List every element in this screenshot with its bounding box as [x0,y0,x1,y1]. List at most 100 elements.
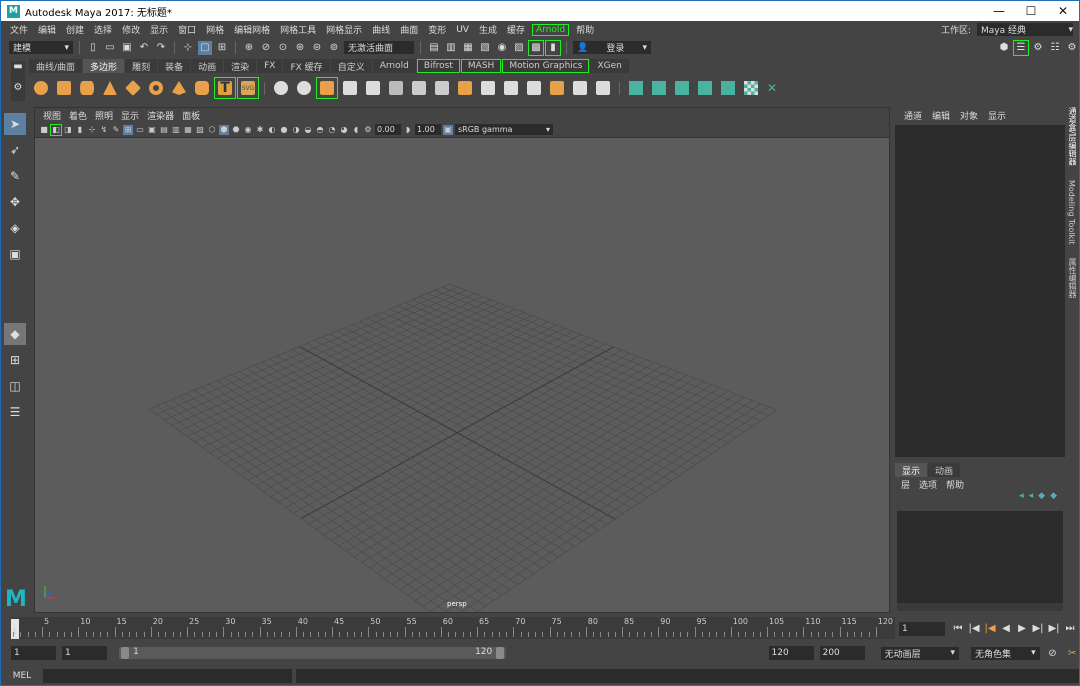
shelf-tab-rendering[interactable]: 渲染 [224,59,257,73]
shelf-menu-icon[interactable]: ▬ [11,61,25,72]
textured-icon[interactable]: ◉ [243,125,253,135]
quad-draw-icon[interactable] [593,78,613,98]
poly-cylinder-icon[interactable] [77,78,97,98]
range-slider[interactable]: 1 120 [119,647,507,659]
gamma-field[interactable]: 1.00 [415,124,441,135]
shelf-tab-curves[interactable]: 曲线/曲面 [29,59,83,73]
safe-action-icon[interactable]: ▦ [183,125,193,135]
live-surface-field[interactable]: 无激活曲面 [344,41,414,54]
bevel-icon[interactable] [501,78,521,98]
cb-menu-channels[interactable]: 通道 [899,109,927,122]
arnold-render-icon[interactable]: ▩ [528,39,544,56]
side-tab-attribute-editor[interactable]: 属性编辑器 [1067,258,1078,298]
channel-box-body[interactable] [895,125,1065,457]
isolate-icon[interactable]: ◓ [315,125,325,135]
viewport-panel[interactable]: 视图 着色 照明 显示 渲染器 面板 ■ ◧ ◨ ▮ ⊹ ↯ ✎ ⊞ ▭ ▣ ▤… [34,107,890,613]
anim-layer-dropdown[interactable]: 无动画层 ▾ [880,646,960,660]
snap-point-icon[interactable]: ⊙ [276,41,290,55]
image-plane-icon[interactable]: ▮ [75,125,85,135]
gate-mask-icon[interactable]: ▤ [159,125,169,135]
shelf-tab-custom[interactable]: 自定义 [330,59,372,73]
layer-tab-display[interactable]: 显示 [895,463,928,477]
planar-uv-icon[interactable] [626,78,646,98]
shelf-tab-sculpt[interactable]: 雕刻 [125,59,158,73]
range-slider-end-handle[interactable] [496,647,505,659]
combine-icon[interactable] [271,78,291,98]
smooth-icon[interactable] [316,77,338,99]
script-language-label[interactable]: MEL [5,671,39,681]
xray-icon[interactable]: ◔ [327,125,337,135]
arnold-ipr-icon[interactable]: ▮ [545,39,561,56]
poly-pipe-icon[interactable] [192,78,212,98]
character-set-dropdown[interactable]: 无角色集 ▾ [971,646,1040,660]
layer-menu-layers[interactable]: 层 [901,478,915,491]
shelf-tab-fx[interactable]: FX [257,59,283,73]
motion-blur-icon[interactable]: ◑ [291,125,301,135]
film-gate-icon[interactable]: ▭ [135,125,145,135]
play-backward-button[interactable]: ◀ [999,621,1013,635]
render-frame-icon[interactable]: ▤ [427,41,441,55]
menu-edit-mesh[interactable]: 编辑网格 [229,23,275,36]
color-space-dropdown[interactable]: sRGB gamma ▾ [455,124,553,135]
workspace-dropdown[interactable]: Maya 经典 ▾ [977,23,1073,36]
save-scene-icon[interactable]: ▣ [120,41,134,55]
unfold-uv-icon[interactable] [718,78,738,98]
minimize-button[interactable]: — [983,1,1015,21]
move-tool-icon[interactable]: ✥ [4,191,26,213]
play-forward-button[interactable]: ▶ [1015,621,1029,635]
poly-plane-icon[interactable] [123,78,143,98]
extract-icon[interactable] [363,78,383,98]
shelf-tab-motion-graphics[interactable]: Motion Graphics [502,59,590,73]
paint-select-tool-icon[interactable]: ✎ [4,165,26,187]
camera-attrs-icon[interactable]: ◧ [50,123,62,136]
menu-surfaces[interactable]: 曲面 [395,23,423,36]
select-by-component-icon[interactable]: ⊞ [215,41,229,55]
redo-icon[interactable]: ↷ [154,41,168,55]
four-view-layout-icon[interactable]: ⊞ [4,349,26,371]
poly-text-icon[interactable]: T [214,77,236,99]
cylindrical-uv-icon[interactable] [649,78,669,98]
outliner-layout-icon[interactable]: ☰ [4,401,26,423]
range-slider-start-handle[interactable] [121,647,130,659]
menu-cache[interactable]: 缓存 [502,23,530,36]
channel-box-icon[interactable]: ☷ [1048,41,1062,55]
snap-curve-icon[interactable]: ⊘ [259,41,273,55]
menu-arnold[interactable]: Arnold [532,23,570,36]
ao-icon[interactable]: ● [279,125,289,135]
snap-surface-icon[interactable]: ⊜ [310,41,324,55]
auto-key-icon[interactable]: ⊘ [1046,646,1060,660]
menu-windows[interactable]: 窗口 [173,23,201,36]
side-by-side-layout-icon[interactable]: ◫ [4,375,26,397]
magnet-icon[interactable]: ⊚ [327,41,341,55]
gamma-icon[interactable]: ◗ [403,125,413,135]
shadows-icon[interactable]: ◐ [267,125,277,135]
menu-mesh[interactable]: 网格 [201,23,229,36]
menu-set-dropdown[interactable]: 建模 ▾ [9,41,73,54]
select-by-hierarchy-icon[interactable]: ⊹ [181,41,195,55]
modeling-toolkit-icon[interactable]: ⬢ [997,41,1011,55]
bookmark-icon[interactable]: ◨ [63,125,73,135]
insert-edge-loop-icon[interactable] [524,78,544,98]
shelf-tab-mash[interactable]: MASH [460,59,502,73]
auto-uv-icon[interactable] [695,78,715,98]
mirror-icon[interactable] [386,78,406,98]
lights-icon[interactable]: ✱ [255,125,265,135]
shelf-tab-bifrost[interactable]: Bifrost [416,59,460,73]
side-tab-channel-box[interactable]: 通道盒/层编辑器 [1067,107,1078,166]
menu-curves[interactable]: 曲线 [367,23,395,36]
vp-menu-panels[interactable]: 面板 [178,109,204,122]
new-scene-icon[interactable]: ▯ [86,41,100,55]
render-settings-icon[interactable]: ▧ [478,41,492,55]
menu-select[interactable]: 选择 [89,23,117,36]
scale-tool-icon[interactable]: ▣ [4,243,26,265]
vp-menu-show[interactable]: 显示 [117,109,143,122]
poly-cone-icon[interactable] [100,78,120,98]
go-to-start-button[interactable]: ⏮ [951,621,965,635]
cb-menu-object[interactable]: 对象 [955,109,983,122]
new-layer-from-selection-icon[interactable]: ◆ [1050,491,1057,505]
go-to-end-button[interactable]: ⏭ [1063,621,1077,635]
camera-icon[interactable]: ■ [39,125,49,135]
render-view-icon[interactable]: ▨ [512,41,526,55]
tool-settings-icon[interactable]: ⚙ [1031,41,1045,55]
field-chart-icon[interactable]: ▥ [171,125,181,135]
